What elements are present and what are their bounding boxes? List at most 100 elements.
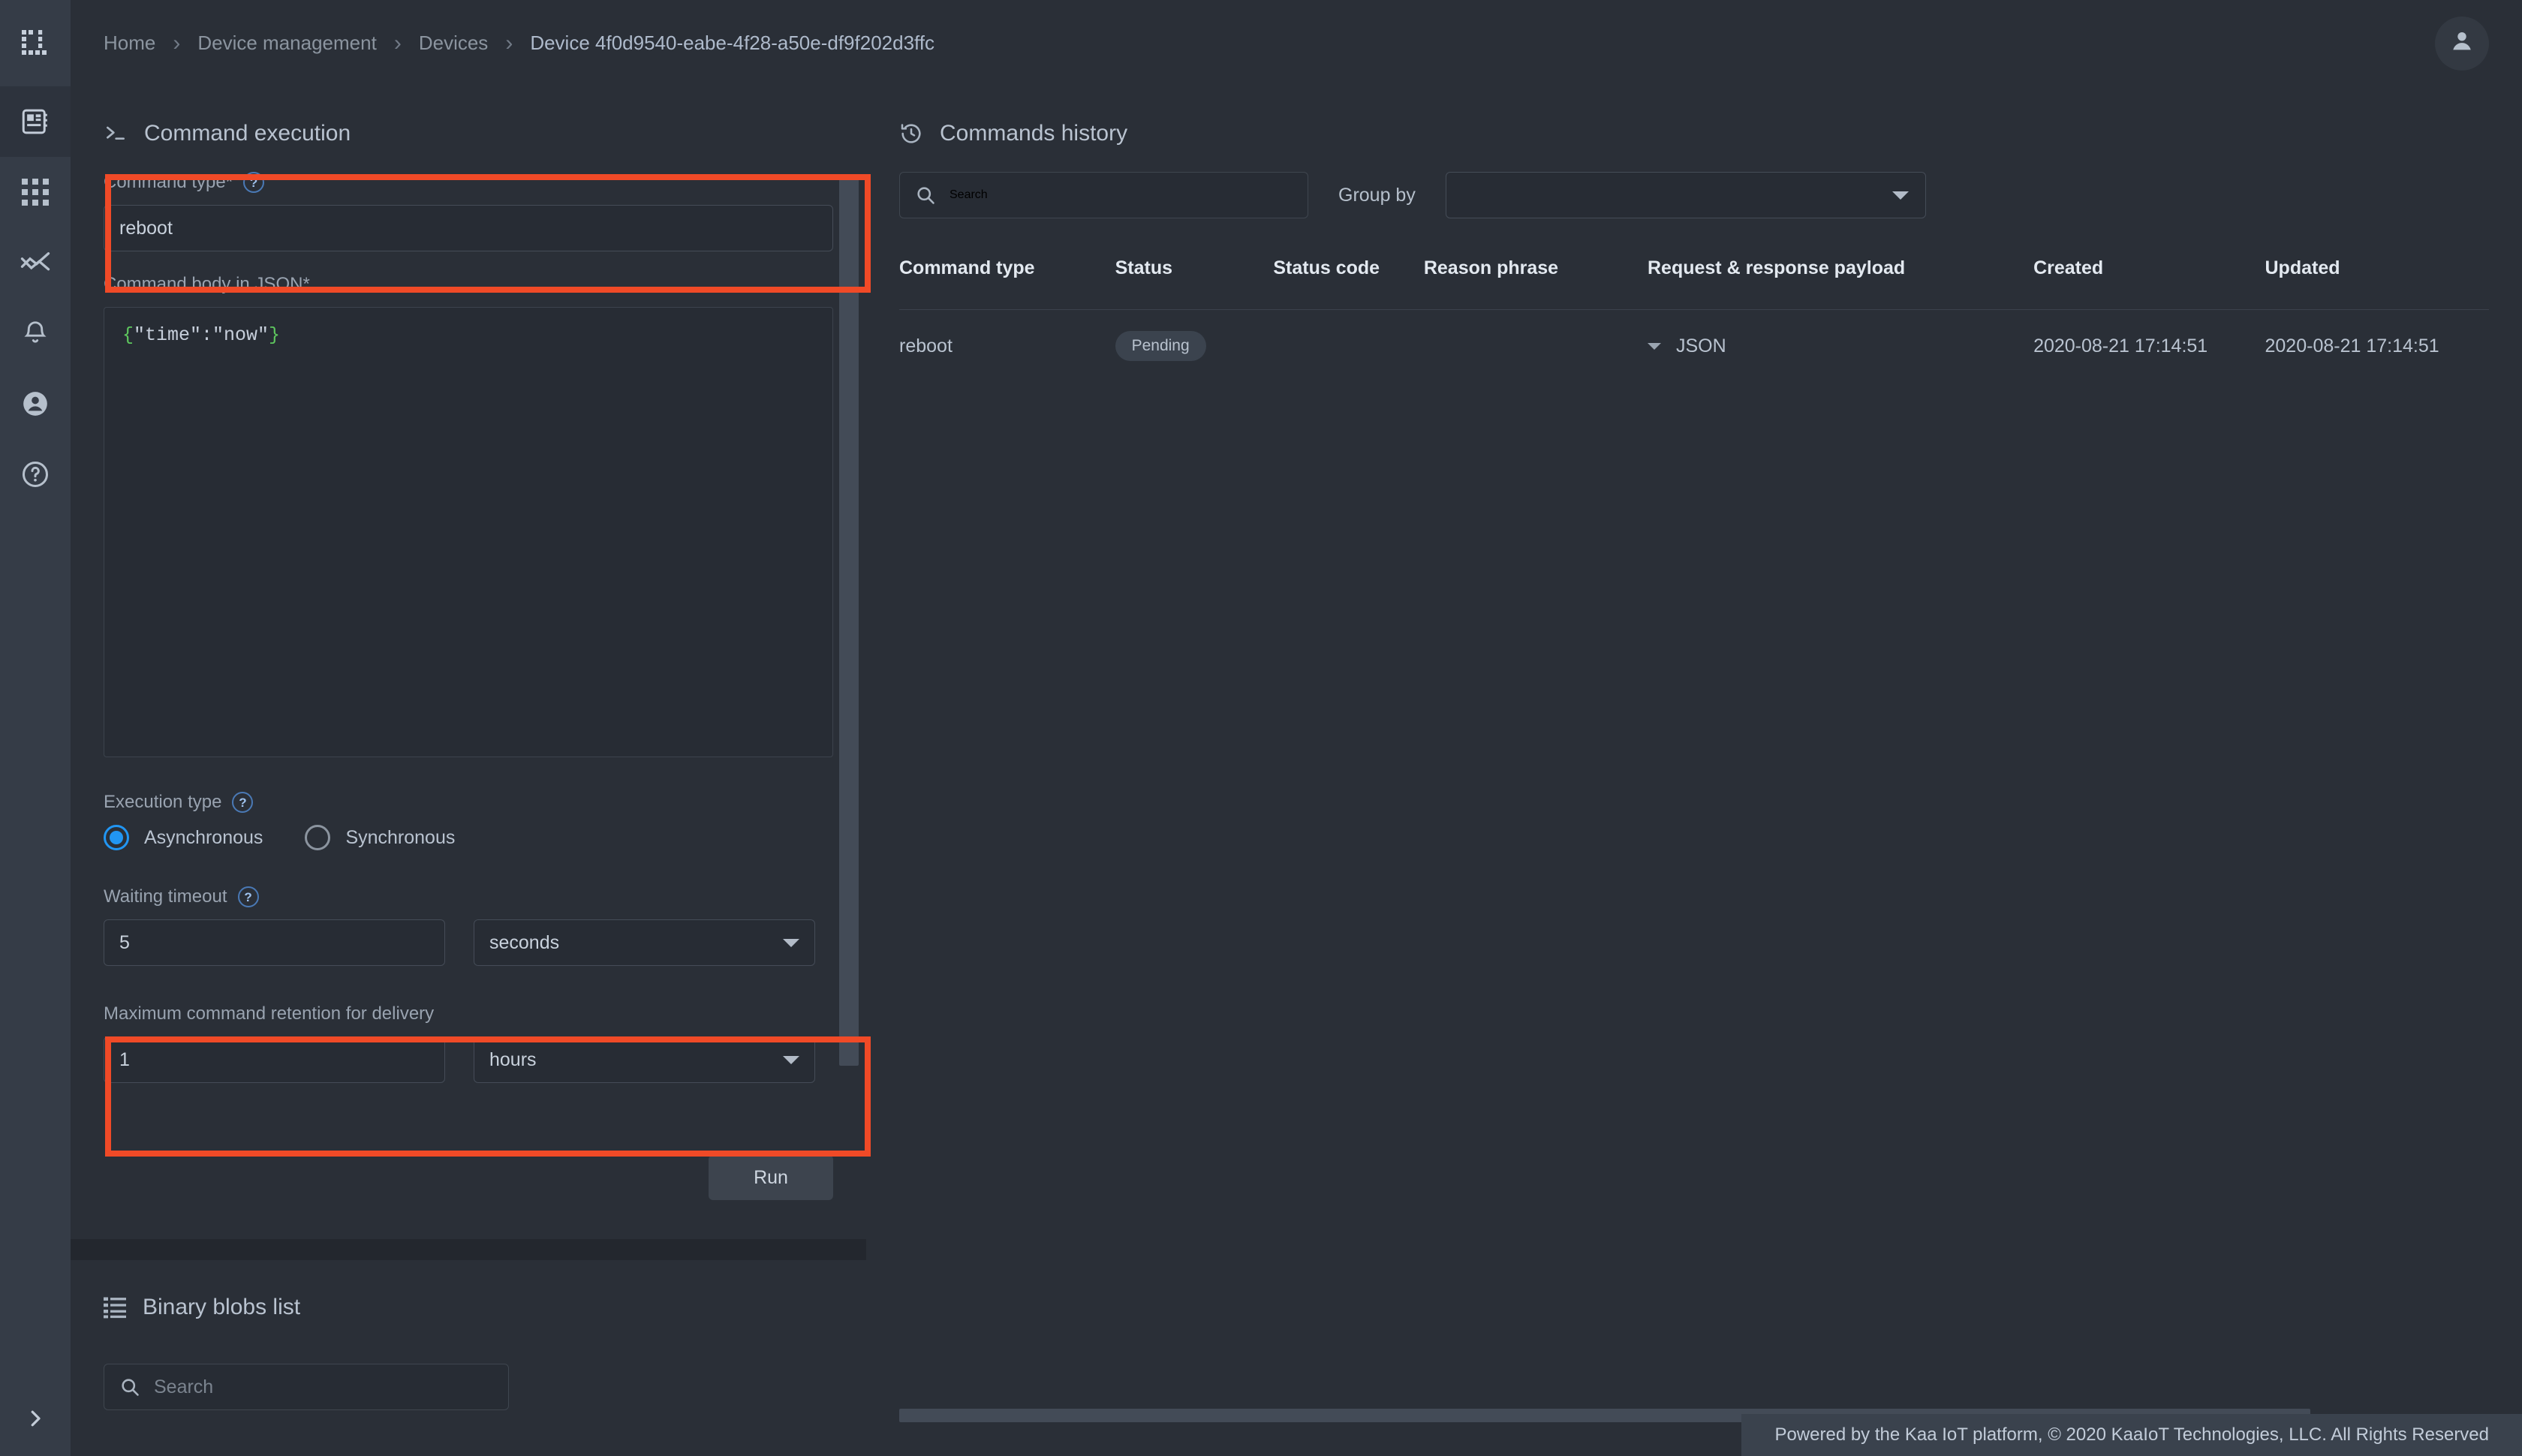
retention-unit-value: hours: [489, 1048, 537, 1070]
retention-value-input[interactable]: [104, 1036, 445, 1083]
content-area: Command execution Command type* ? Comman…: [71, 86, 2522, 1456]
cell-command-type: reboot: [899, 335, 953, 356]
analytics-icon: [20, 247, 51, 278]
command-execution-header: Command execution: [71, 86, 866, 172]
column-header-reason-phrase[interactable]: Reason phrase: [1416, 244, 1640, 310]
user-icon: [20, 389, 50, 419]
sidebar-item-devices[interactable]: [0, 86, 71, 157]
account-avatar-icon: [2448, 27, 2476, 59]
binary-blobs-search[interactable]: Search: [104, 1364, 509, 1410]
table-body: reboot Pending JSON 2020-08-21 17:14:51 …: [899, 310, 2489, 383]
column-header-status-code[interactable]: Status code: [1266, 244, 1416, 310]
retention-label: Maximum command retention for delivery: [104, 1003, 435, 1024]
radio-mark-icon: [305, 825, 331, 850]
sidebar-item-applications[interactable]: [0, 157, 71, 227]
status-badge: Pending: [1115, 331, 1206, 361]
chevron-down-icon: [783, 938, 799, 947]
history-clock-icon: [899, 122, 923, 146]
column-header-payload[interactable]: Request & response payload: [1640, 244, 2026, 310]
binary-blobs-toolbar: Search: [71, 1346, 866, 1410]
radio-asynchronous[interactable]: Asynchronous: [104, 825, 263, 850]
table-header-row: Command type Status Status code Reason p…: [899, 244, 2489, 310]
column-header-status[interactable]: Status: [1108, 244, 1266, 310]
waiting-timeout-help-icon[interactable]: ?: [237, 886, 259, 907]
waiting-timeout-row: seconds: [104, 919, 833, 966]
sidebar-item-users[interactable]: [0, 369, 71, 439]
main-area: Home › Device management › Devices › Dev…: [71, 0, 2522, 1456]
sidebar-expand-button[interactable]: [0, 1381, 71, 1456]
app-logo[interactable]: [0, 0, 71, 86]
waiting-timeout-label: Waiting timeout: [104, 886, 227, 907]
command-type-help-icon[interactable]: ?: [243, 172, 265, 193]
left-panel-scrollbar[interactable]: [839, 176, 859, 1066]
waiting-timeout-unit-select[interactable]: seconds: [474, 919, 815, 966]
radio-synchronous[interactable]: Synchronous: [305, 825, 455, 850]
waiting-timeout-unit-value: seconds: [489, 931, 560, 953]
binary-blobs-search-placeholder: Search: [154, 1376, 214, 1397]
radio-synchronous-label: Synchronous: [345, 826, 456, 848]
run-button[interactable]: Run: [709, 1155, 833, 1200]
breadcrumb-item-devices[interactable]: Devices: [419, 32, 488, 55]
payload-expander[interactable]: JSON: [1648, 335, 2018, 357]
command-body-editor[interactable]: {"time":"now"}: [104, 307, 833, 757]
cell-updated: 2020-08-21 17:14:51: [2265, 335, 2439, 356]
binary-blobs-panel: Binary blobs list Search: [71, 1260, 866, 1456]
breadcrumb-separator: ›: [393, 30, 402, 56]
execution-type-label: Execution type: [104, 792, 222, 812]
cell-status-code: [1266, 310, 1416, 383]
run-button-row: Run: [71, 1113, 866, 1239]
breadcrumb-item-current-device: Device 4f0d9540-eabe-4f28-a50e-df9f202d3…: [530, 32, 935, 54]
binary-blobs-title: Binary blobs list: [143, 1295, 301, 1319]
column-header-updated[interactable]: Updated: [2258, 244, 2490, 310]
retention-row: hours: [104, 1036, 833, 1083]
code-brace-open: {: [122, 324, 134, 346]
breadcrumb-item-device-management[interactable]: Device management: [197, 32, 376, 55]
command-body-code: "time":"now": [134, 324, 269, 346]
command-body-label: Command body in JSON*: [104, 274, 310, 294]
command-execution-panel: Command execution Command type* ? Comman…: [71, 86, 866, 1239]
left-column: Command execution Command type* ? Comman…: [71, 86, 866, 1456]
column-header-created[interactable]: Created: [2026, 244, 2257, 310]
code-brace-close: }: [269, 324, 281, 346]
breadcrumb-separator: ›: [173, 30, 181, 56]
app-root: Home › Device management › Devices › Dev…: [0, 0, 2522, 1456]
execution-type-radio-group: Asynchronous Synchronous: [104, 825, 833, 850]
radio-mark-icon: [104, 825, 129, 850]
commands-history-search[interactable]: Search: [899, 172, 1308, 218]
sidebar-item-notifications[interactable]: [0, 298, 71, 369]
command-type-input[interactable]: [104, 205, 833, 251]
column-header-command-type[interactable]: Command type: [899, 244, 1108, 310]
binary-blobs-header: Binary blobs list: [71, 1260, 866, 1346]
cell-created: 2020-08-21 17:14:51: [2033, 335, 2208, 356]
retention-unit-select[interactable]: hours: [474, 1036, 815, 1083]
group-by-select[interactable]: [1445, 172, 1926, 218]
execution-type-help-icon[interactable]: ?: [232, 792, 254, 813]
group-by-label: Group by: [1338, 184, 1416, 206]
waiting-timeout-label-row: Waiting timeout ?: [104, 886, 833, 907]
breadcrumb: Home › Device management › Devices › Dev…: [71, 31, 934, 56]
cell-reason-phrase: [1416, 310, 1640, 383]
chevron-right-icon: [24, 1407, 47, 1430]
account-avatar-button[interactable]: [2435, 16, 2489, 71]
topbar-right: [2435, 16, 2489, 71]
commands-history-header: Commands history: [866, 86, 2522, 172]
help-circle-icon: [20, 459, 50, 489]
waiting-timeout-input[interactable]: [104, 919, 445, 966]
search-icon: [915, 185, 936, 206]
sidebar-item-analytics[interactable]: [0, 227, 71, 298]
commands-history-panel: Commands history Search Group by Command…: [866, 86, 2522, 1456]
table-row[interactable]: reboot Pending JSON 2020-08-21 17:14:51 …: [899, 310, 2489, 383]
list-icon: [104, 1296, 126, 1319]
command-type-label-row: Command type* ?: [104, 172, 833, 193]
table-head: Command type Status Status code Reason p…: [899, 244, 2489, 310]
breadcrumb-item-home[interactable]: Home: [104, 32, 155, 55]
sidebar-item-help[interactable]: [0, 439, 71, 510]
search-icon: [119, 1376, 140, 1397]
retention-label-row: Maximum command retention for delivery: [104, 1003, 833, 1024]
radio-asynchronous-label: Asynchronous: [144, 826, 263, 848]
chevron-down-icon: [783, 1055, 799, 1064]
command-type-label: Command type*: [104, 172, 233, 192]
